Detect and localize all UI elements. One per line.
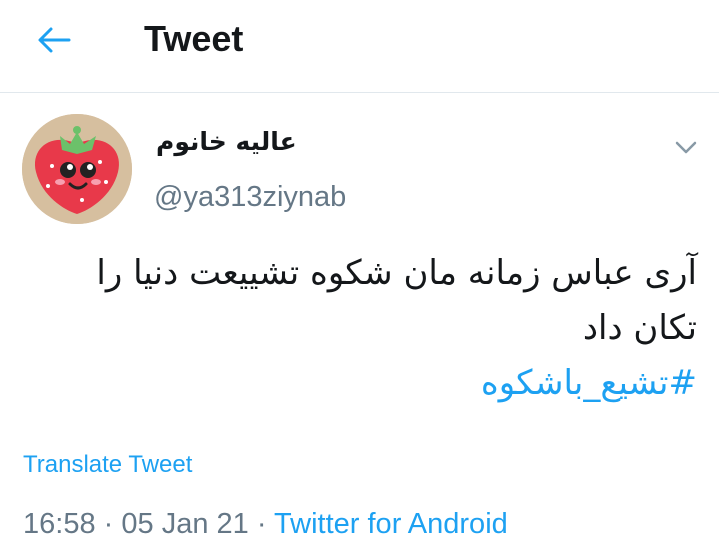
meta-separator: · <box>103 508 114 540</box>
tweet-text: آری عباس زمانه مان شکوه تشییعت دنیا را ت… <box>17 246 697 411</box>
tweet-menu-button[interactable] <box>670 134 702 162</box>
meta-separator: · <box>256 508 267 540</box>
translate-tweet-link[interactable]: Translate Tweet <box>23 451 192 479</box>
author-name[interactable]: عالیه خانوم <box>156 127 297 156</box>
strawberry-avatar <box>22 114 132 224</box>
tweet-time: 16:58 <box>23 508 96 540</box>
page-title: Tweet <box>144 18 244 59</box>
back-button[interactable] <box>30 22 78 58</box>
avatar[interactable] <box>22 114 132 224</box>
tweet-text-line: آری عباس زمانه مان شکوه تشییعت دنیا را <box>96 253 697 293</box>
tweet-meta: 16:58 · 05 Jan 21 · Twitter for Android <box>23 508 508 541</box>
chevron-down-icon <box>675 141 697 154</box>
arrow-left-icon <box>38 27 71 53</box>
tweet-date: 05 Jan 21 <box>121 508 249 540</box>
hashtag-link[interactable]: #تشیع_باشکوه <box>17 356 697 411</box>
tweet-source-link[interactable]: Twitter for Android <box>274 508 508 540</box>
tweet-text-line: تکان داد <box>582 308 697 348</box>
top-bar: Tweet <box>0 0 719 93</box>
author-handle[interactable]: @ya313ziynab <box>154 181 346 214</box>
